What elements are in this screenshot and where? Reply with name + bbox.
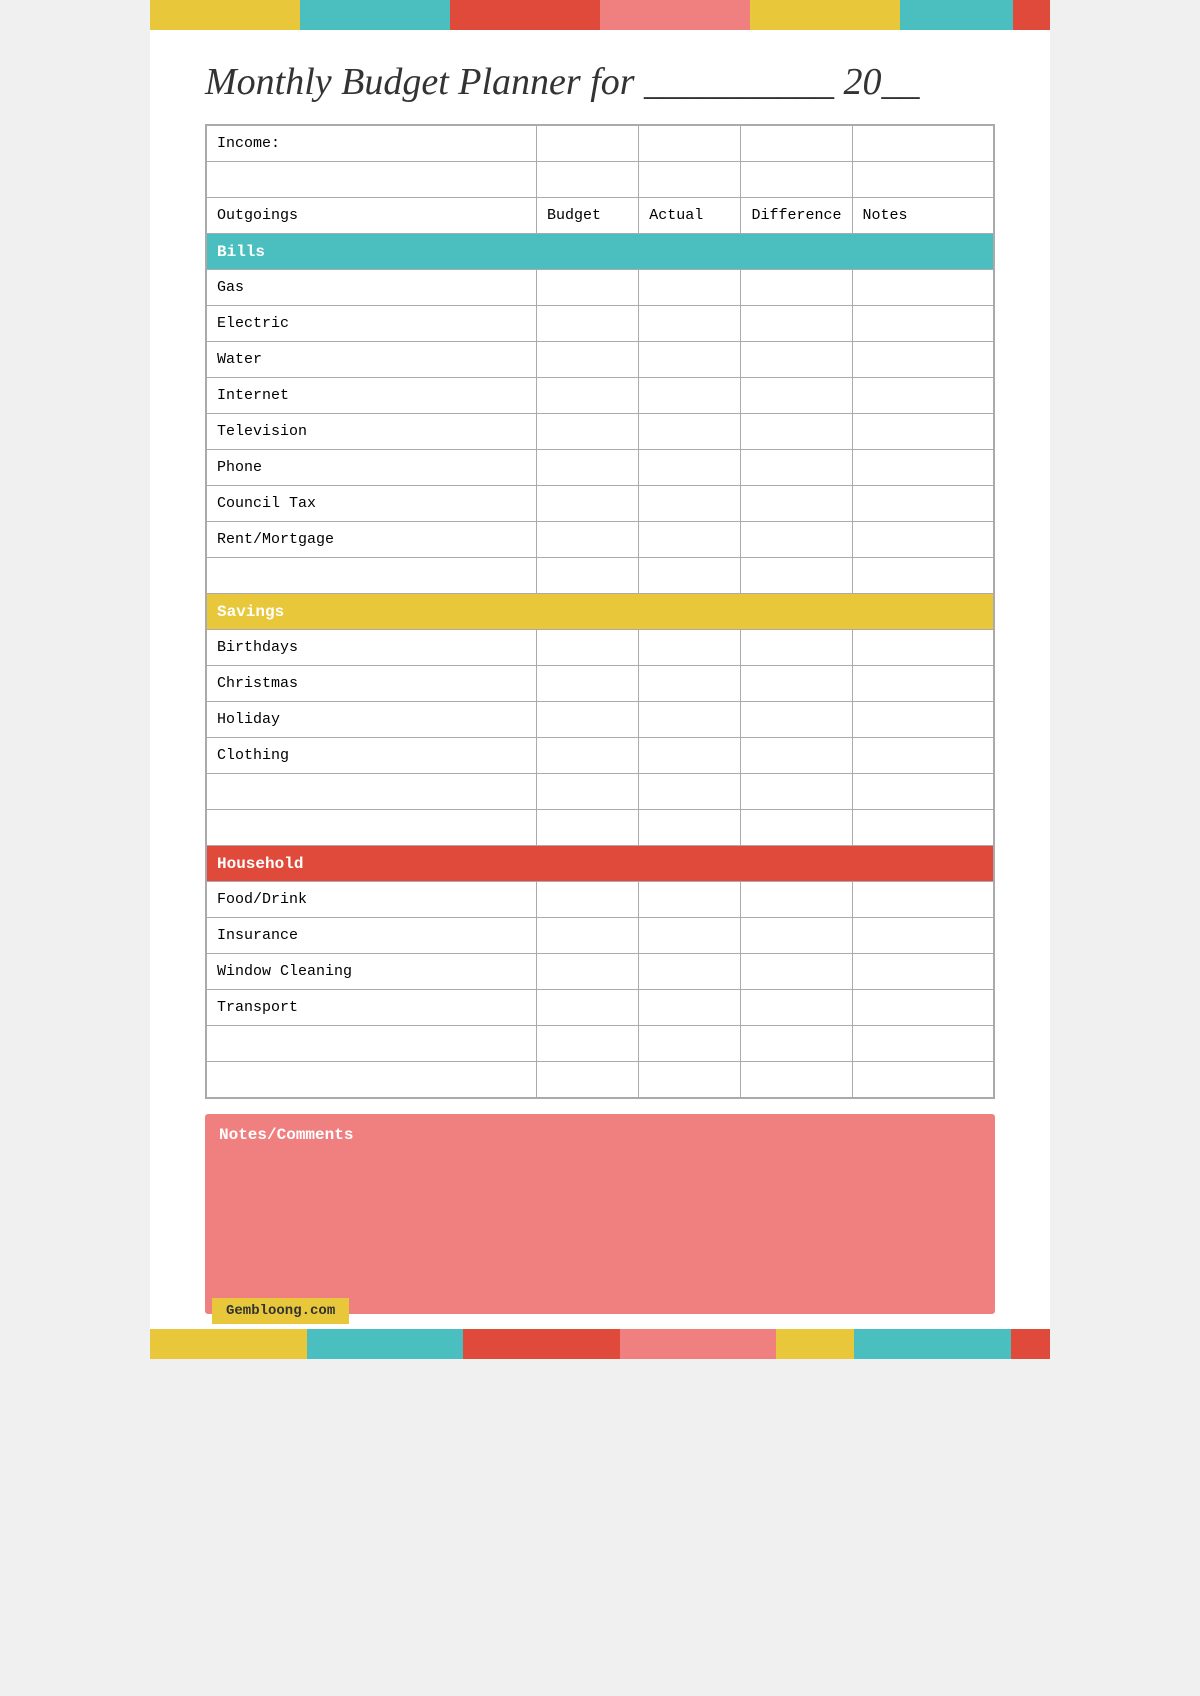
row-phone: Phone bbox=[207, 450, 994, 486]
empty-row-household-2 bbox=[207, 1062, 994, 1098]
watermark: Gembloong.com bbox=[212, 1298, 349, 1324]
income-notes bbox=[852, 126, 994, 162]
bills-label: Bills bbox=[207, 234, 994, 270]
item-christmas: Christmas bbox=[207, 666, 537, 702]
empty-row-bills bbox=[207, 558, 994, 594]
row-gas: Gas bbox=[207, 270, 994, 306]
savings-section-header: Savings bbox=[207, 594, 994, 630]
row-internet: Internet bbox=[207, 378, 994, 414]
budget-table: Income: Outgoings Budget Actual Differen… bbox=[206, 125, 994, 1098]
row-council-tax: Council Tax bbox=[207, 486, 994, 522]
row-window-cleaning: Window Cleaning bbox=[207, 954, 994, 990]
col-outgoings: Outgoings bbox=[207, 198, 537, 234]
income-diff bbox=[741, 126, 852, 162]
row-television: Television bbox=[207, 414, 994, 450]
empty-row-household-1 bbox=[207, 1026, 994, 1062]
top-bar-pink1 bbox=[600, 0, 750, 30]
top-bar bbox=[150, 0, 1050, 30]
row-clothing: Clothing bbox=[207, 738, 994, 774]
bottom-bar-yellow1 bbox=[150, 1329, 307, 1359]
row-rent-mortgage: Rent/Mortgage bbox=[207, 522, 994, 558]
col-actual: Actual bbox=[639, 198, 741, 234]
item-food-drink: Food/Drink bbox=[207, 882, 537, 918]
item-birthdays: Birthdays bbox=[207, 630, 537, 666]
top-bar-teal2 bbox=[900, 0, 1013, 30]
col-notes: Notes bbox=[852, 198, 994, 234]
empty-row-savings-1 bbox=[207, 774, 994, 810]
empty-row-savings-2 bbox=[207, 810, 994, 846]
income-actual bbox=[639, 126, 741, 162]
top-bar-yellow1 bbox=[150, 0, 300, 30]
top-bar-red2 bbox=[1013, 0, 1051, 30]
budget-table-container: Income: Outgoings Budget Actual Differen… bbox=[205, 124, 995, 1099]
top-bar-yellow2 bbox=[750, 0, 900, 30]
item-holiday: Holiday bbox=[207, 702, 537, 738]
item-clothing: Clothing bbox=[207, 738, 537, 774]
row-water: Water bbox=[207, 342, 994, 378]
income-label: Income: bbox=[207, 126, 537, 162]
bottom-bar-red1 bbox=[463, 1329, 620, 1359]
item-council-tax: Council Tax bbox=[207, 486, 537, 522]
bottom-bar-teal2 bbox=[854, 1329, 1011, 1359]
notes-label: Notes/Comments bbox=[219, 1126, 981, 1144]
page: Monthly Budget Planner for __________ 20… bbox=[150, 0, 1050, 1359]
bottom-bar-pink1 bbox=[620, 1329, 777, 1359]
empty-row-1 bbox=[207, 162, 994, 198]
col-budget: Budget bbox=[537, 198, 639, 234]
item-internet: Internet bbox=[207, 378, 537, 414]
top-bar-teal1 bbox=[300, 0, 450, 30]
row-electric: Electric bbox=[207, 306, 994, 342]
item-transport: Transport bbox=[207, 990, 537, 1026]
item-rent-mortgage: Rent/Mortgage bbox=[207, 522, 537, 558]
notes-section: Notes/Comments bbox=[205, 1114, 995, 1314]
item-phone: Phone bbox=[207, 450, 537, 486]
bottom-bar-yellow2 bbox=[776, 1329, 854, 1359]
bottom-bar-teal1 bbox=[307, 1329, 464, 1359]
page-title: Monthly Budget Planner for __________ 20… bbox=[205, 60, 995, 104]
savings-label: Savings bbox=[207, 594, 994, 630]
bills-section-header: Bills bbox=[207, 234, 994, 270]
row-birthdays: Birthdays bbox=[207, 630, 994, 666]
col-difference: Difference bbox=[741, 198, 852, 234]
income-budget bbox=[537, 126, 639, 162]
household-label: Household bbox=[207, 846, 994, 882]
row-christmas: Christmas bbox=[207, 666, 994, 702]
item-window-cleaning: Window Cleaning bbox=[207, 954, 537, 990]
row-food-drink: Food/Drink bbox=[207, 882, 994, 918]
bottom-bar-red2 bbox=[1011, 1329, 1050, 1359]
column-header-row: Outgoings Budget Actual Difference Notes bbox=[207, 198, 994, 234]
row-holiday: Holiday bbox=[207, 702, 994, 738]
row-transport: Transport bbox=[207, 990, 994, 1026]
row-insurance: Insurance bbox=[207, 918, 994, 954]
top-bar-red1 bbox=[450, 0, 600, 30]
item-electric: Electric bbox=[207, 306, 537, 342]
title-area: Monthly Budget Planner for __________ 20… bbox=[150, 30, 1050, 124]
income-row: Income: bbox=[207, 126, 994, 162]
item-television: Television bbox=[207, 414, 537, 450]
item-insurance: Insurance bbox=[207, 918, 537, 954]
item-water: Water bbox=[207, 342, 537, 378]
household-section-header: Household bbox=[207, 846, 994, 882]
item-gas: Gas bbox=[207, 270, 537, 306]
bottom-bar bbox=[150, 1329, 1050, 1359]
